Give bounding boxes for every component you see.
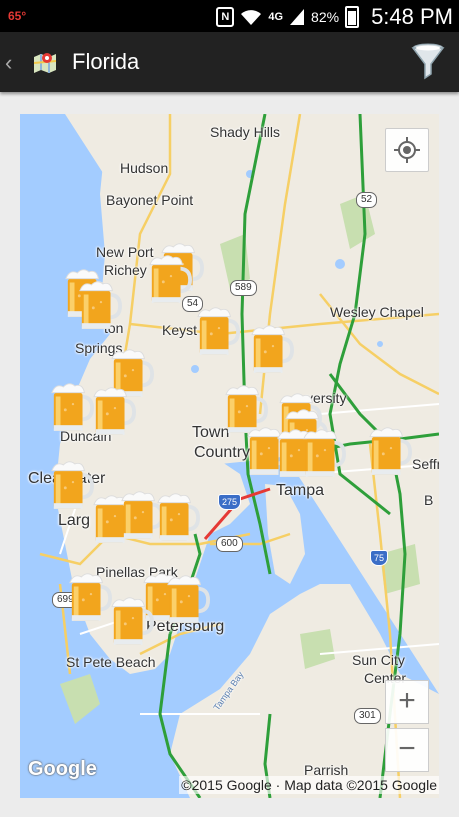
brewery-marker[interactable] (302, 426, 346, 480)
route-shield-301: 301 (354, 708, 381, 724)
map-app-icon[interactable] (32, 49, 58, 75)
brewery-marker[interactable] (68, 570, 112, 624)
label-hudson: Hudson (120, 160, 169, 176)
label-st-pete-beach: St Pete Beach (66, 654, 156, 670)
label-shady-hills: Shady Hills (210, 124, 281, 140)
nfc-icon: N (216, 7, 235, 27)
brewery-marker[interactable] (250, 322, 294, 376)
back-chevron-icon[interactable]: ‹ (5, 50, 12, 76)
zoom-in-button[interactable]: + (385, 680, 429, 724)
route-shield-52: 52 (356, 192, 378, 208)
brewery-marker[interactable] (368, 424, 412, 478)
label-largo: Larg (58, 512, 91, 529)
network-type: 4G (268, 11, 284, 23)
my-location-button[interactable] (385, 128, 429, 172)
map-view[interactable]: Shady Hills Hudson Bayonet Point New Por… (20, 114, 439, 798)
label-b-edge: B (424, 492, 434, 508)
battery-percent: 82% (311, 9, 340, 25)
status-bar: 65° N 4G 82% 5:48 PM (0, 0, 459, 32)
plus-icon: + (398, 684, 416, 717)
brewery-marker[interactable] (50, 458, 94, 512)
route-shield-589: 589 (230, 280, 257, 296)
zoom-out-button[interactable]: − (385, 728, 429, 772)
label-keystone: Keyst (162, 322, 198, 338)
filter-funnel-icon[interactable] (411, 42, 445, 82)
label-new-port-richey-2: Richey (104, 262, 147, 278)
label-new-port-richey-1: New Port (96, 244, 154, 260)
label-tampa: Tampa (276, 482, 325, 499)
brewery-marker[interactable] (148, 252, 192, 306)
label-town-country-2: Country (194, 444, 251, 461)
interstate-shield-75: 75 (370, 550, 389, 566)
brewery-marker[interactable] (92, 384, 136, 438)
brewery-marker[interactable] (50, 380, 94, 434)
interstate-shield-275: 275 (218, 494, 242, 510)
google-logo: Google (28, 758, 97, 780)
label-wesley-chapel: Wesley Chapel (330, 304, 424, 320)
wifi-icon (241, 10, 262, 25)
app-bar: ‹ Florida (0, 32, 459, 92)
brewery-marker[interactable] (156, 490, 200, 544)
temperature-indicator: 65° (8, 9, 27, 23)
map-attribution[interactable]: ©2015 Google · Map data ©2015 Google (179, 776, 439, 794)
signal-icon (290, 9, 305, 25)
label-bayonet-point: Bayonet Point (106, 192, 194, 208)
brewery-marker[interactable] (110, 594, 154, 648)
label-seffner: Seffn (412, 456, 439, 472)
brewery-marker[interactable] (196, 304, 240, 358)
label-sun-city-1: Sun City (352, 652, 405, 668)
minus-icon: − (398, 732, 416, 765)
clock: 5:48 PM (371, 4, 453, 29)
brewery-marker[interactable] (78, 278, 122, 332)
crosshair-icon (394, 137, 420, 163)
route-shield-600: 600 (216, 536, 243, 552)
battery-icon (345, 6, 360, 28)
brewery-marker[interactable] (166, 572, 210, 626)
page-title: Florida (72, 49, 140, 74)
